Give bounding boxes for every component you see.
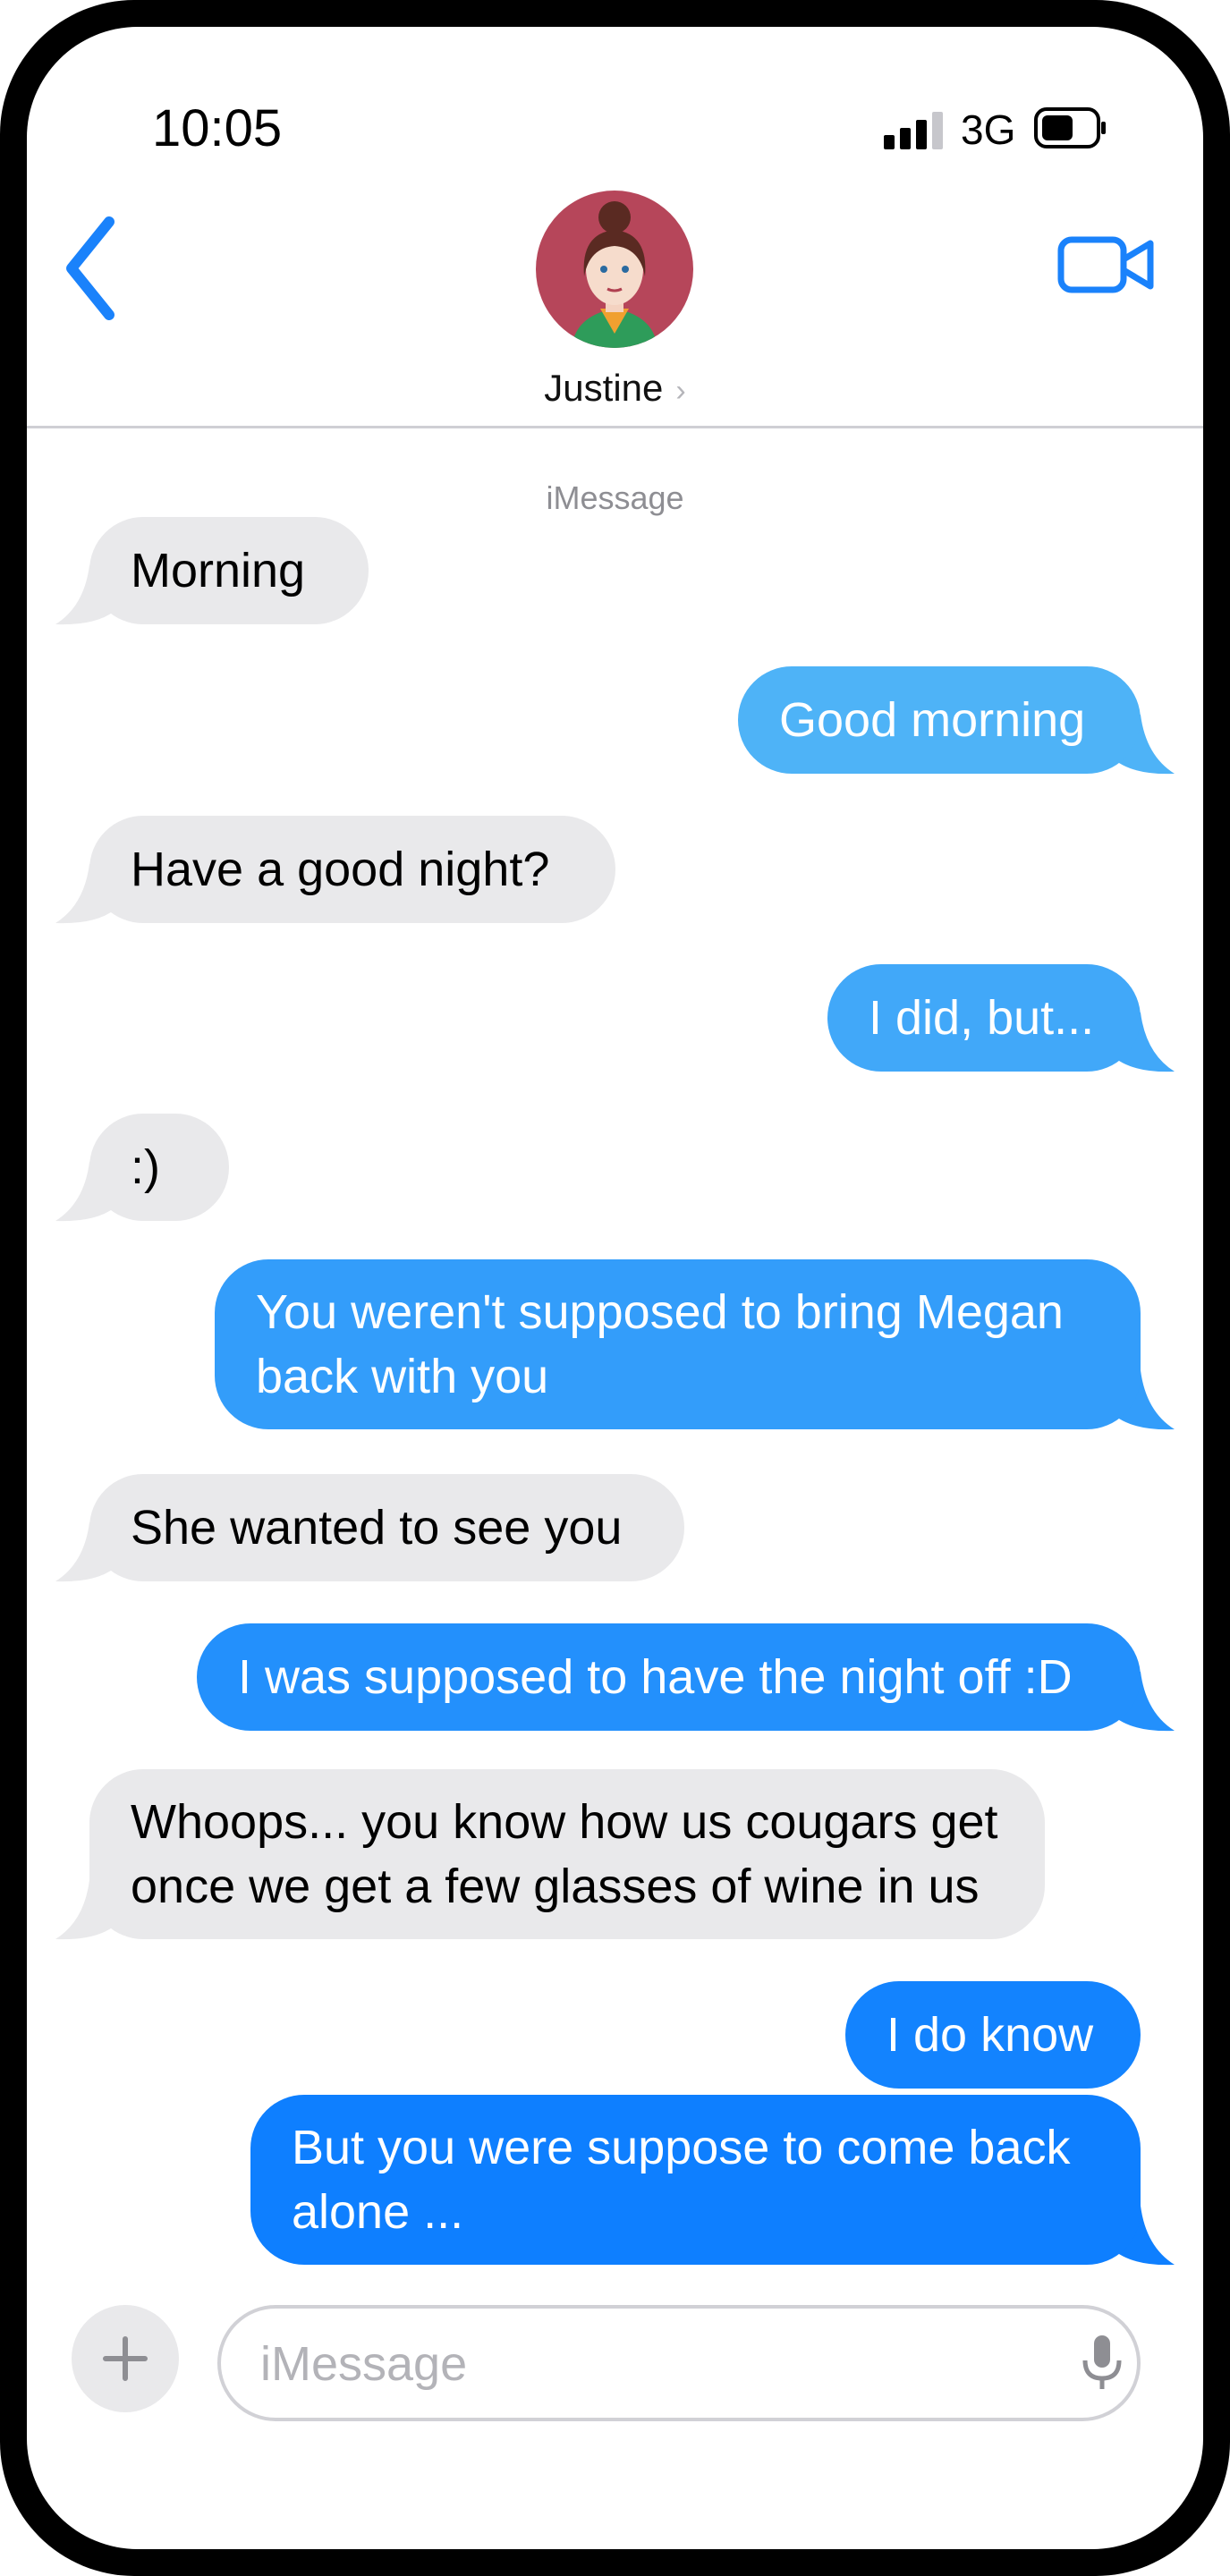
microphone-icon[interactable]: [1080, 2334, 1124, 2396]
chevron-right-icon: ›: [675, 374, 686, 408]
back-chevron-icon[interactable]: [64, 216, 116, 320]
avatar[interactable]: [536, 191, 693, 348]
header-divider: [27, 426, 1203, 428]
message-bubble-received[interactable]: Whoops... you know how us cougars get on…: [89, 1769, 1045, 1939]
battery-icon: [1034, 107, 1106, 148]
add-attachment-button[interactable]: [72, 2305, 179, 2412]
message-bubble-received[interactable]: Morning: [89, 517, 369, 624]
carrier-label: 3G: [961, 106, 1016, 153]
message-bubble-sent[interactable]: I was supposed to have the night off :D: [197, 1623, 1141, 1731]
message-bubble-sent[interactable]: I do know: [845, 1981, 1141, 2089]
message-bubble-received[interactable]: :): [89, 1114, 229, 1221]
message-bubble-sent[interactable]: I did, but...: [827, 964, 1141, 1072]
video-camera-icon[interactable]: [1057, 224, 1154, 306]
message-bubble-sent[interactable]: Good morning: [738, 666, 1141, 774]
phone-frame: 10:05 3G Justine › iMessage Morning Good…: [0, 0, 1230, 2576]
message-bubble-sent[interactable]: You weren't supposed to bring Megan back…: [215, 1259, 1141, 1429]
message-input[interactable]: [260, 2330, 1030, 2398]
status-time: 10:05: [152, 99, 283, 157]
message-input-field[interactable]: [217, 2305, 1141, 2421]
contact-name-row[interactable]: Justine ›: [27, 367, 1203, 410]
plus-icon: [103, 2336, 148, 2381]
message-bubble-received[interactable]: She wanted to see you: [89, 1474, 684, 1581]
message-bubble-sent[interactable]: But you were suppose to come back alone …: [250, 2095, 1141, 2265]
contact-name: Justine: [544, 367, 664, 409]
screen: 10:05 3G Justine › iMessage Morning Good…: [27, 27, 1203, 2549]
message-bubble-received[interactable]: Have a good night?: [89, 816, 615, 923]
signal-icon: [884, 112, 943, 149]
service-label: iMessage: [546, 479, 684, 516]
